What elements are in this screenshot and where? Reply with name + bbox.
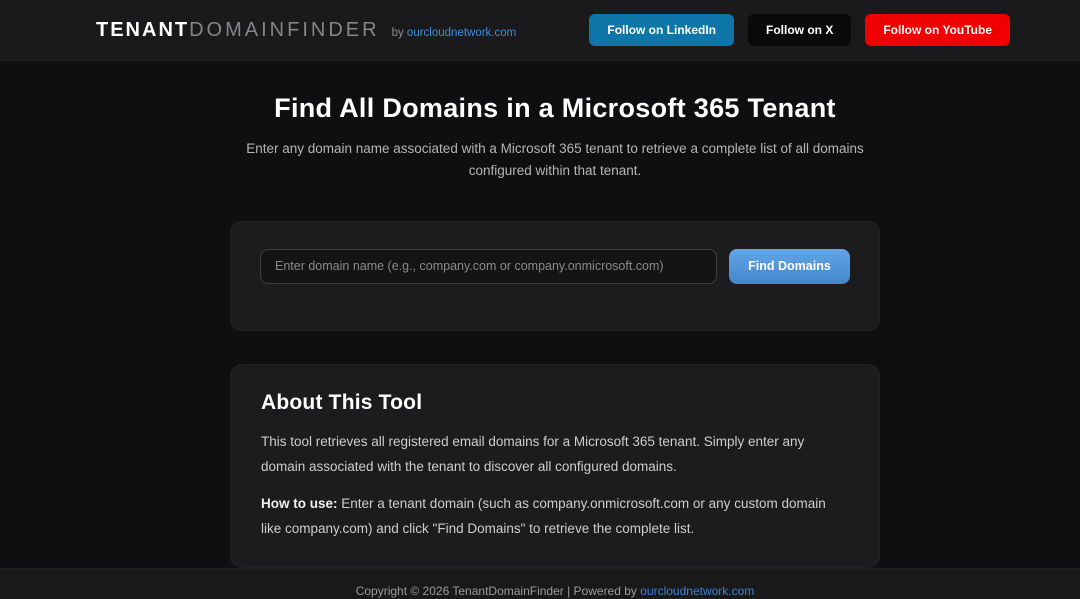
footer: Copyright © 2026 TenantDomainFinder | Po… [0, 568, 1080, 599]
search-row: Find Domains [260, 248, 850, 284]
about-paragraph-1: This tool retrieves all registered email… [261, 433, 805, 475]
how-to-use-text: Enter a tenant domain (such as company.o… [261, 495, 826, 537]
footer-text: Copyright © 2026 TenantDomainFinder | Po… [230, 584, 880, 598]
byline-prefix: by [391, 26, 404, 39]
header: TENANT DOMAINFINDER by ourcloudnetwork.co… [0, 0, 1080, 61]
social-buttons: Follow on LinkedIn Follow on X Follow on… [589, 14, 1010, 46]
copyright-text: Copyright © 2026 TenantDomainFinder | Po… [355, 584, 641, 599]
page-title: Find All Domains in a Microsoft 365 Tena… [274, 93, 836, 123]
logo-bold-text: TENANT [96, 18, 190, 41]
footer-link[interactable]: ourcloudnetwork.com [640, 584, 754, 598]
follow-x-button[interactable]: Follow on X [748, 14, 852, 46]
logo-light-text: DOMAINFINDER [189, 18, 380, 41]
main-content: Find All Domains in a Microsoft 365 Tena… [0, 61, 1080, 569]
follow-linkedin-button[interactable]: Follow on LinkedIn [589, 14, 735, 46]
find-domains-button[interactable]: Find Domains [729, 248, 850, 284]
page-subtitle: Enter any domain name associated with a … [246, 141, 864, 179]
hero-section: Find All Domains in a Microsoft 365 Tena… [230, 93, 880, 183]
about-paragraph-2: How to use: Enter a tenant domain (such … [261, 491, 849, 542]
byline-link[interactable]: ourcloudnetwork.com [407, 27, 516, 39]
about-card: About This Tool This tool retrieves all … [230, 363, 880, 569]
search-card: Find Domains [230, 220, 880, 331]
byline: by ourcloudnetwork.com [392, 27, 517, 39]
follow-youtube-button[interactable]: Follow on YouTube [865, 14, 1010, 46]
about-heading: About This Tool [261, 390, 423, 414]
domain-input[interactable] [260, 248, 717, 284]
how-to-use-label: How to use: [261, 495, 338, 511]
logo: TENANT DOMAINFINDER by ourcloudnetwork.co… [96, 19, 516, 42]
